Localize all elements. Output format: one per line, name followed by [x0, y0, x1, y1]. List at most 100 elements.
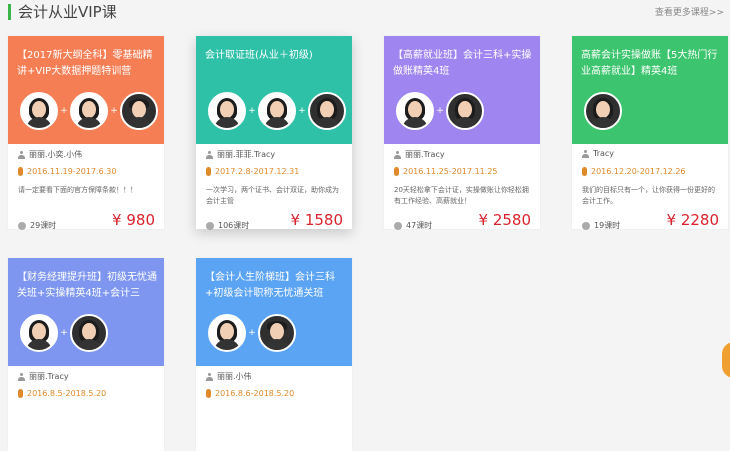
clock-icon — [582, 221, 590, 230]
avatar-body — [452, 117, 478, 128]
price-currency: ¥ — [478, 211, 489, 229]
price-value: 980 — [126, 211, 155, 229]
more-courses-link[interactable]: 查看更多课程>> — [655, 5, 724, 18]
teachers-row: 丽丽.菲菲.Tracy — [206, 149, 275, 160]
course-price: ¥ 1580 — [290, 211, 343, 229]
teachers-row: 丽丽.Tracy — [394, 149, 445, 160]
avatar-face — [270, 101, 284, 118]
course-title[interactable]: 会计取证班(从业＋初级) — [205, 48, 345, 64]
avatar-face — [270, 323, 284, 340]
dates-row: 2016.8.5-2018.5.20 — [18, 389, 106, 398]
teacher-avatars — [584, 91, 622, 131]
teacher-avatar — [308, 92, 346, 130]
avatar-face — [32, 101, 46, 118]
course-dates: 2016.11.25-2017.11.25 — [403, 167, 498, 176]
hours-value: 47 — [406, 221, 417, 230]
avatar-face — [82, 101, 96, 118]
clock-icon — [206, 221, 214, 230]
hours-row: 106 课时 — [206, 220, 249, 231]
avatar-body — [26, 117, 52, 128]
clock-icon — [394, 221, 402, 230]
course-price: ¥ 2580 — [478, 211, 531, 229]
avatar-body — [264, 117, 290, 128]
plus-sign: + — [110, 106, 118, 116]
course-banner[interactable]: 【财务经理提升班】初级无忧通关班+实操精英4班+会计三 + — [8, 258, 164, 366]
teacher-avatars: + — [208, 313, 296, 353]
course-description: 请一定要看下面的官方保障条款！！！ — [18, 186, 137, 194]
user-icon — [18, 372, 25, 381]
teacher-avatar — [70, 314, 108, 352]
avatar-face — [320, 101, 334, 118]
course-card[interactable]: 高薪会计实操做账【5大热门行业高薪就业】精英4班 Tracy 2016.12.20-… — [572, 36, 728, 231]
hours-value: 19 — [594, 221, 605, 230]
dates-row: 2017.2.8-2017.12.31 — [206, 167, 299, 176]
course-price: ¥ 2280 — [666, 211, 719, 229]
price-currency: ¥ — [290, 211, 301, 229]
course-description: 一次学习，两个证书、会计双证，助你成为会计主管 — [206, 186, 339, 205]
dates-row: 2016.8.6-2018.5.20 — [206, 389, 294, 398]
course-card[interactable]: 【财务经理提升班】初级无忧通关班+实操精英4班+会计三 + 丽丽.Tracy 2016… — [8, 258, 164, 451]
user-icon — [206, 372, 213, 381]
course-title[interactable]: 【高薪就业班】会计三科+实操做账精英4班 — [393, 48, 533, 80]
course-banner[interactable]: 【会计人生阶梯班】会计三科+初级会计职称无忧通关班 + — [196, 258, 352, 366]
course-description: 20天轻松拿下会计证，实操做账让你轻松拥有工作经验、高薪就业！ — [394, 186, 529, 205]
teacher-avatar — [584, 92, 622, 130]
hours-row: 19 课时 — [582, 220, 620, 231]
teachers-row: 丽丽.小伟 — [206, 371, 252, 382]
hours-unit: 课时 — [233, 221, 250, 230]
avatar-body — [264, 339, 290, 350]
plus-sign: + — [248, 106, 256, 116]
microphone-icon — [206, 389, 211, 398]
teacher-avatar — [446, 92, 484, 130]
title-accent-bar — [8, 4, 11, 20]
course-card[interactable]: 【高薪就业班】会计三科+实操做账精英4班 + 丽丽.Tracy 2016.11.25-… — [384, 36, 540, 230]
hours-value: 106 — [218, 221, 234, 230]
course-banner[interactable]: 【高薪就业班】会计三科+实操做账精英4班 + — [384, 36, 540, 144]
course-price: ¥ 980 — [112, 211, 155, 229]
course-title[interactable]: 高薪会计实操做账【5大热门行业高薪就业】精英4班 — [581, 48, 721, 80]
avatar-face — [458, 101, 472, 118]
course-card[interactable]: 【会计人生阶梯班】会计三科+初级会计职称无忧通关班 + 丽丽.小伟 2016.8.6-… — [196, 258, 352, 451]
teacher-avatar — [258, 314, 296, 352]
teacher-avatar — [120, 92, 158, 130]
avatar-face — [32, 323, 46, 340]
avatar-face — [596, 101, 610, 118]
course-card[interactable]: 会计取证班(从业＋初级) + + 丽丽.菲菲.Tracy 2017.2.8-2017.1… — [196, 36, 352, 231]
plus-sign: + — [248, 328, 256, 338]
user-icon — [18, 150, 25, 159]
course-description: 我们的目标只有一个，让你获得一份更好的会计工作。 — [582, 186, 715, 205]
microphone-icon — [582, 167, 587, 176]
course-title[interactable]: 【会计人生阶梯班】会计三科+初级会计职称无忧通关班 — [205, 270, 345, 302]
price-currency: ¥ — [112, 211, 122, 229]
course-banner[interactable]: 【2017新大纲全科】零基础精讲+VIP大数据押题特训营 + + — [8, 36, 164, 144]
price-value: 1580 — [304, 211, 343, 229]
microphone-icon — [206, 167, 211, 176]
teacher-avatar — [208, 314, 246, 352]
teachers-row: 丽丽.小奕.小伟 — [18, 149, 82, 160]
teacher-avatar — [396, 92, 434, 130]
avatar-body — [126, 117, 152, 128]
teacher-names: 丽丽.Tracy — [29, 372, 69, 381]
teacher-avatar — [70, 92, 108, 130]
course-banner[interactable]: 会计取证班(从业＋初级) + + — [196, 36, 352, 144]
course-title[interactable]: 【2017新大纲全科】零基础精讲+VIP大数据押题特训营 — [17, 48, 157, 80]
side-float-button[interactable] — [722, 342, 730, 378]
hours-unit: 课时 — [604, 221, 621, 230]
avatar-face — [132, 101, 146, 118]
avatar-body — [76, 117, 102, 128]
user-icon — [206, 150, 213, 159]
course-title[interactable]: 【财务经理提升班】初级无忧通关班+实操精英4班+会计三 — [17, 270, 157, 302]
avatar-body — [76, 339, 102, 350]
course-card[interactable]: 【2017新大纲全科】零基础精讲+VIP大数据押题特训营 + + 丽丽.小奕.小伟 20… — [8, 36, 164, 230]
course-dates: 2016.8.6-2018.5.20 — [215, 389, 295, 398]
price-value: 2280 — [680, 211, 719, 229]
teacher-avatar — [208, 92, 246, 130]
course-banner[interactable]: 高薪会计实操做账【5大热门行业高薪就业】精英4班 — [572, 36, 728, 144]
teacher-avatar — [258, 92, 296, 130]
microphone-icon — [18, 167, 23, 176]
user-icon — [394, 150, 401, 159]
teacher-avatars: + + — [208, 91, 346, 131]
price-value: 2580 — [492, 211, 531, 229]
microphone-icon — [394, 167, 399, 176]
teacher-avatars: + — [396, 91, 484, 131]
